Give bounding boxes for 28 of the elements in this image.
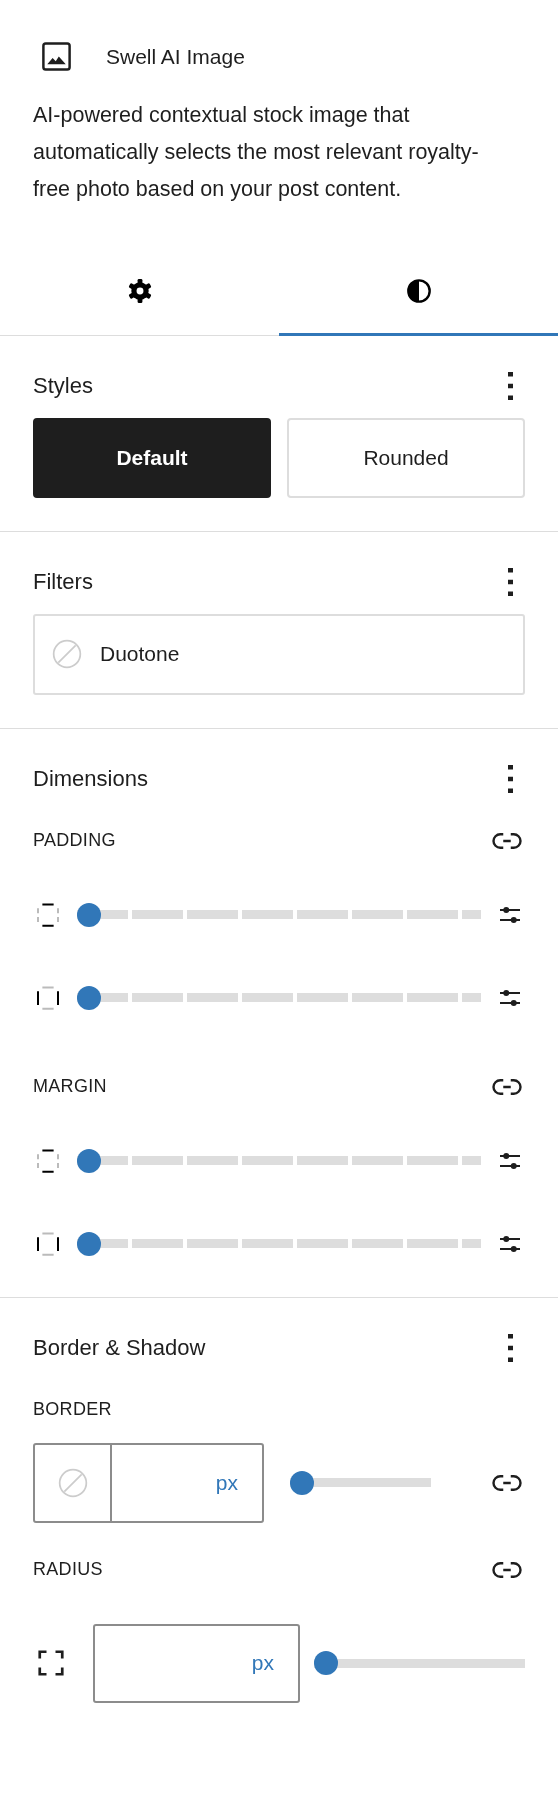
- more-options-icon[interactable]: [507, 764, 513, 793]
- more-options-icon[interactable]: [507, 567, 513, 596]
- no-color-icon: [56, 1466, 89, 1499]
- border-control[interactable]: px: [33, 1442, 264, 1523]
- panel-title: Dimensions: [33, 765, 148, 792]
- section-label: BORDER: [33, 1399, 112, 1420]
- slider-thumb[interactable]: [77, 985, 101, 1010]
- radius-field[interactable]: px: [93, 1623, 300, 1703]
- section-label: MARGIN: [33, 1076, 107, 1097]
- style-option[interactable]: Rounded: [287, 417, 525, 498]
- panel-title: Border & Shadow: [33, 1334, 206, 1361]
- duotone-button[interactable]: Duotone: [33, 613, 525, 695]
- slider-thumb[interactable]: [77, 1148, 101, 1173]
- slider-thumb[interactable]: [314, 1651, 338, 1675]
- slider-thumb[interactable]: [77, 1231, 101, 1256]
- block-description: AI-powered contextual stock image that automatically selects the most relevant royalty-free photo based on your post content.: [33, 102, 480, 203]
- slider-thumb[interactable]: [290, 1470, 314, 1495]
- slider-thumb[interactable]: [77, 902, 101, 927]
- panel-title: Filters: [33, 568, 93, 595]
- section-label: PADDING: [33, 830, 116, 851]
- no-color-icon: [51, 638, 83, 670]
- panel-title: Styles: [33, 372, 93, 399]
- more-options-icon[interactable]: [507, 1333, 513, 1362]
- block-title: Swell AI Image: [106, 44, 245, 69]
- more-options-icon[interactable]: [507, 371, 513, 400]
- style-option[interactable]: Default: [33, 417, 271, 498]
- section-label: RADIUS: [33, 1559, 103, 1580]
- border-width-field[interactable]: px: [112, 1444, 262, 1521]
